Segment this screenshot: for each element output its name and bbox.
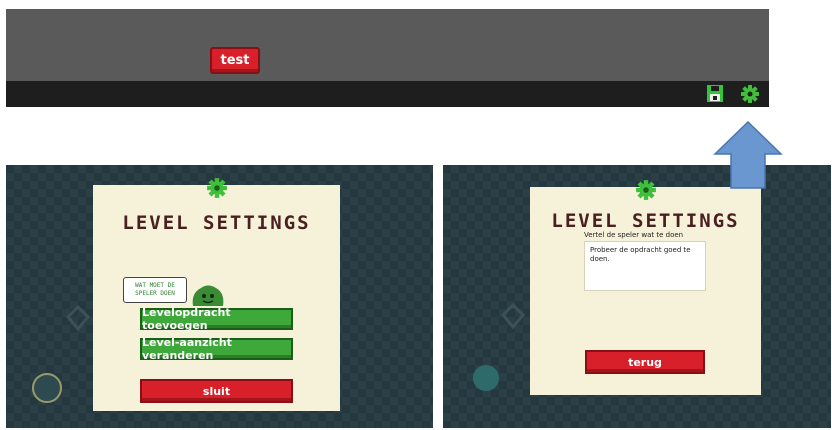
close-button[interactable]: sluit [140, 379, 293, 403]
decor-circle [473, 365, 499, 391]
gear-icon[interactable] [635, 179, 657, 201]
change-level-view-button[interactable]: Level-aanzicht veranderen [140, 336, 293, 362]
speech-bubble: WAT MOET DE SPELER DOEN [123, 277, 187, 303]
level-settings-dialog: LEVEL SETTINGS Vertel de speler wat te d… [530, 180, 761, 395]
instruction-textarea[interactable]: Probeer de opdracht goed te doen. [584, 241, 706, 291]
game-panel-right: LEVEL SETTINGS Vertel de speler wat te d… [443, 165, 831, 428]
editor-status-bar [6, 81, 769, 107]
add-level-instruction-button[interactable]: Levelopdracht toevoegen [140, 306, 293, 332]
dialog-title: LEVEL SETTINGS [551, 210, 740, 232]
test-button[interactable]: test [210, 47, 260, 74]
gear-icon[interactable] [740, 84, 760, 104]
instruction-label: Vertel de speler wat te doen [584, 231, 684, 239]
gear-icon[interactable] [206, 177, 228, 199]
up-arrow-annotation [713, 120, 783, 189]
game-panel-left: LEVEL SETTINGS WAT MOET DE SPELER DOEN L… [6, 165, 433, 428]
level-settings-dialog: LEVEL SETTINGS WAT MOET DE SPELER DOEN L… [93, 178, 340, 411]
dialog-title: LEVEL SETTINGS [122, 212, 311, 234]
decor-circle [32, 373, 62, 403]
decor-shape [65, 304, 91, 332]
slime-character-icon [192, 285, 224, 306]
back-button[interactable]: terug [585, 350, 705, 374]
decor-shape [500, 302, 526, 330]
save-icon[interactable] [706, 84, 724, 103]
editor-toolbar [6, 9, 769, 81]
